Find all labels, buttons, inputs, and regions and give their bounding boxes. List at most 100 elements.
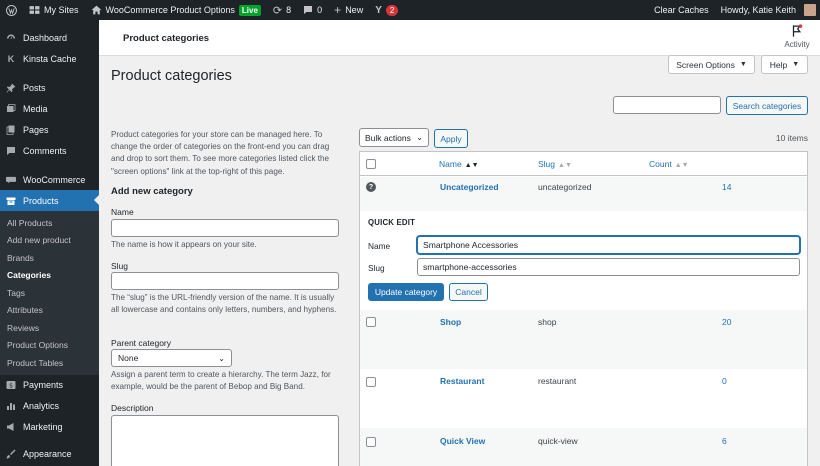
submenu-categories[interactable]: Categories — [0, 267, 99, 285]
caret-down-icon: ▼ — [792, 61, 800, 68]
category-name-link[interactable]: Uncategorized — [440, 182, 499, 192]
category-count-link[interactable]: 14 — [722, 182, 731, 192]
quick-edit-name-label: Name — [368, 241, 391, 251]
submenu-reviews[interactable]: Reviews — [0, 319, 99, 337]
sidebar-item-label: Kinsta Cache — [23, 53, 77, 64]
brush-icon — [6, 449, 16, 459]
yoast-menu[interactable]: Y 2 — [369, 0, 404, 20]
flag-icon — [792, 24, 803, 37]
table-row: Quick View quick-view 6 — [360, 428, 807, 466]
help-button[interactable]: Help ▼ — [761, 55, 808, 74]
search-categories-input[interactable] — [613, 96, 721, 114]
column-header-name[interactable]: Name ▲▼ — [439, 159, 479, 169]
help-label: Help — [769, 59, 788, 70]
wordpress-logo[interactable] — [0, 0, 23, 20]
submenu-add-new-product[interactable]: Add new product — [0, 232, 99, 250]
chevron-down-icon: ⌄ — [416, 133, 423, 142]
site-name-menu[interactable]: WooCommerce Product Options Live — [85, 0, 267, 20]
admin-sidebar: Dashboard K Kinsta Cache Posts Media Pag… — [0, 20, 99, 466]
row-checkbox[interactable] — [366, 317, 376, 327]
products-submenu: All Products Add new product Brands Cate… — [0, 211, 99, 375]
category-slug-field[interactable] — [111, 272, 339, 290]
woo-icon — [6, 175, 16, 185]
comment-bubble-icon — [304, 6, 313, 14]
quick-edit-name-input[interactable]: Smartphone Accessories — [417, 236, 800, 254]
parent-help-text: Assign a parent term to create a hierarc… — [111, 370, 331, 392]
category-name-link[interactable]: Quick View — [440, 436, 485, 446]
sidebar-item-label: Appearance — [23, 449, 72, 459]
sidebar-item-posts[interactable]: Posts — [0, 77, 99, 98]
sidebar-item-dashboard[interactable]: Dashboard — [0, 27, 99, 48]
sidebar-item-appearance[interactable]: Appearance — [0, 444, 99, 465]
sidebar-item-payments[interactable]: $ Payments — [0, 375, 99, 396]
submenu-product-options[interactable]: Product Options — [0, 337, 99, 355]
search-categories-button[interactable]: Search categories — [726, 96, 808, 115]
updates-count: 8 — [286, 5, 292, 15]
analytics-icon — [6, 401, 16, 411]
sidebar-item-media[interactable]: Media — [0, 98, 99, 119]
category-count-link[interactable]: 6 — [722, 436, 727, 446]
account-menu[interactable]: Howdy, Katie Keith — [715, 0, 820, 20]
yoast-icon: Y — [375, 4, 382, 16]
submenu-attributes[interactable]: Attributes — [0, 302, 99, 320]
category-name-link[interactable]: Shop — [440, 317, 461, 327]
comment-icon — [6, 146, 16, 156]
submenu-brands[interactable]: Brands — [0, 249, 99, 267]
cancel-button[interactable]: Cancel — [449, 283, 488, 301]
activity-button[interactable]: Activity — [782, 24, 812, 49]
row-checkbox[interactable] — [366, 437, 376, 447]
screen-options-button[interactable]: Screen Options ▼ — [668, 55, 755, 74]
sidebar-item-label: Pages — [23, 124, 49, 135]
items-count: 10 items — [775, 133, 808, 143]
my-sites-label: My Sites — [44, 5, 79, 15]
column-header-count[interactable]: Count ▲▼ — [649, 159, 689, 169]
row-checkbox[interactable] — [366, 377, 376, 387]
quick-edit-slug-input[interactable]: smartphone-accessories — [417, 258, 800, 276]
help-icon: ? — [366, 182, 376, 192]
my-sites-menu[interactable]: My Sites — [23, 0, 85, 20]
submenu-tags[interactable]: Tags — [0, 284, 99, 302]
column-slug-label: Slug — [538, 159, 556, 169]
clear-caches-link[interactable]: Clear Caches — [648, 0, 715, 20]
home-icon — [91, 5, 101, 15]
apply-button[interactable]: Apply — [434, 129, 468, 148]
comments-menu[interactable]: 0 — [297, 0, 328, 20]
updates-menu[interactable]: ⟳ 8 — [267, 0, 297, 20]
sidebar-item-kinsta-cache[interactable]: K Kinsta Cache — [0, 48, 99, 69]
sidebar-item-woocommerce[interactable]: WooCommerce — [0, 169, 99, 190]
submenu-product-tables[interactable]: Product Tables — [0, 354, 99, 372]
submenu-all-products[interactable]: All Products — [0, 214, 99, 232]
column-header-slug[interactable]: Slug ▲▼ — [538, 159, 572, 169]
category-description-textarea[interactable] — [111, 415, 339, 466]
parent-category-select[interactable]: None ⌄ — [111, 349, 232, 367]
sidebar-item-comments[interactable]: Comments — [0, 140, 99, 161]
plus-icon: + — [334, 3, 342, 17]
sidebar-item-pages[interactable]: Pages — [0, 119, 99, 140]
table-row: Restaurant restaurant 0 — [360, 369, 807, 428]
page-title: Product categories — [111, 68, 232, 84]
sidebar-item-analytics[interactable]: Analytics — [0, 396, 99, 417]
category-slug: shop — [538, 317, 557, 327]
sidebar-item-label: Products — [23, 195, 59, 206]
sidebar-item-products[interactable]: Products — [0, 190, 99, 211]
caret-down-icon: ▼ — [739, 61, 747, 68]
refresh-icon: ⟳ — [272, 4, 283, 17]
description-label: Description — [111, 403, 154, 413]
activity-label: Activity — [784, 40, 810, 49]
sidebar-item-label: Payments — [23, 380, 64, 390]
table-header: Name ▲▼ Slug ▲▼ Count ▲▼ — [360, 152, 807, 176]
quick-edit-slug-label: Slug — [368, 263, 385, 273]
select-all-checkbox[interactable] — [366, 159, 376, 169]
category-count-link[interactable]: 20 — [722, 317, 731, 327]
bulk-actions-select[interactable]: Bulk actions ⌄ — [359, 128, 429, 147]
new-content-menu[interactable]: + New — [328, 0, 369, 20]
table-row: Shop shop 20 — [360, 310, 807, 369]
category-name-field[interactable] — [111, 219, 339, 237]
category-name-link[interactable]: Restaurant — [440, 376, 484, 386]
category-slug: restaurant — [538, 376, 577, 386]
sidebar-item-marketing[interactable]: Marketing — [0, 417, 99, 438]
category-count-link[interactable]: 0 — [722, 376, 727, 386]
sites-icon — [29, 6, 40, 14]
table-row: ? Uncategorized uncategorized 14 — [360, 177, 807, 211]
update-category-button[interactable]: Update category — [368, 283, 444, 301]
